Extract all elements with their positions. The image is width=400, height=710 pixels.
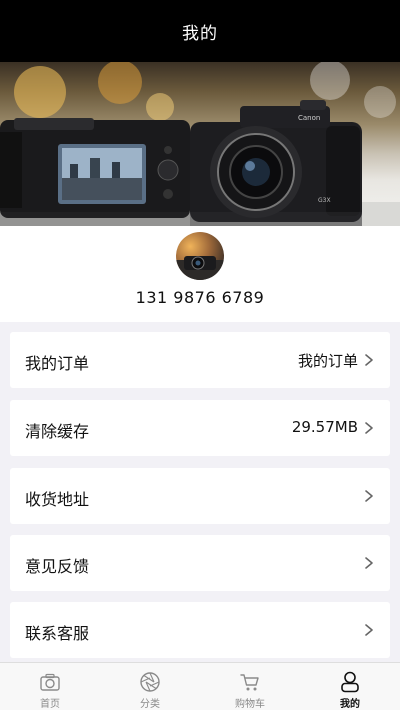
menu-item-clear-cache[interactable]: 清除缓存 29.57MB	[10, 400, 390, 456]
menu-item-label: 我的订单	[25, 354, 90, 373]
camera-icon	[40, 673, 60, 691]
tab-mine[interactable]: 我的	[300, 663, 400, 710]
svg-text:Canon: Canon	[298, 114, 320, 122]
user-icon	[341, 671, 359, 693]
tab-label: 分类	[140, 699, 160, 710]
banner-image: Canon G3X	[0, 62, 400, 226]
profile-section: 131 9876 6789	[0, 226, 400, 322]
chevron-right-icon	[365, 422, 373, 434]
menu-item-value: 我的订单	[297, 352, 358, 370]
menu-item-label: 收货地址	[25, 490, 90, 509]
bottom-tab-bar: 首页 分类 购物车 我的	[0, 662, 400, 710]
chevron-right-icon	[365, 490, 373, 502]
chevron-right-icon	[365, 354, 373, 366]
menu-item-customer-service[interactable]: 联系客服	[10, 602, 390, 658]
tab-cart[interactable]: 购物车	[200, 663, 300, 710]
page-title: 我的	[182, 23, 218, 44]
cache-size-value: 29.57MB	[291, 418, 358, 436]
chevron-right-icon	[365, 624, 373, 636]
chevron-right-icon	[365, 557, 373, 569]
menu-item-label: 意见反馈	[25, 557, 90, 576]
menu-item-orders[interactable]: 我的订单 我的订单	[10, 332, 390, 388]
tab-label: 购物车	[235, 699, 265, 710]
menu-item-label: 联系客服	[25, 624, 90, 643]
aperture-icon	[140, 672, 160, 692]
top-bar: 我的	[0, 0, 400, 62]
menu-item-address[interactable]: 收货地址	[10, 468, 390, 524]
menu-item-label: 清除缓存	[25, 422, 90, 441]
menu-item-feedback[interactable]: 意见反馈	[10, 535, 390, 591]
phone-number: 131 9876 6789	[135, 288, 265, 307]
tab-home[interactable]: 首页	[0, 663, 100, 710]
svg-text:G3X: G3X	[318, 197, 331, 204]
tab-label: 首页	[40, 699, 60, 710]
tab-category[interactable]: 分类	[100, 663, 200, 710]
tab-label: 我的	[340, 699, 360, 710]
avatar[interactable]	[176, 232, 224, 280]
cart-icon	[240, 674, 259, 691]
